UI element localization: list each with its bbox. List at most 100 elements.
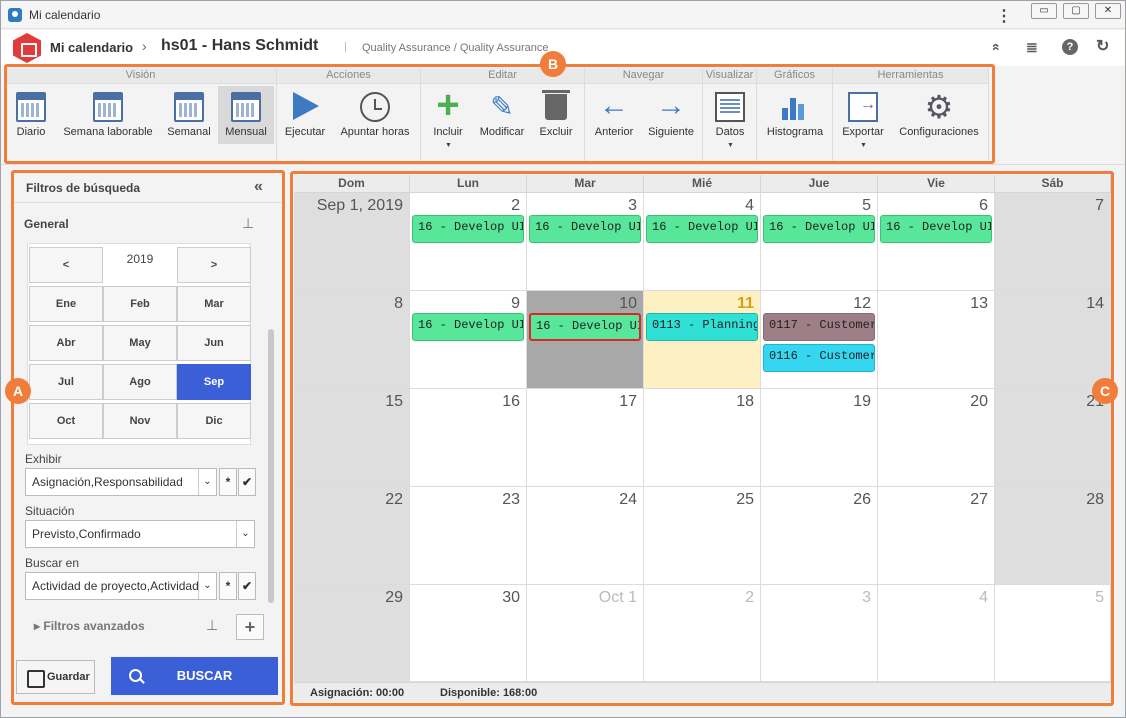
day-cell[interactable]: 8 [294,291,410,389]
day-cell[interactable]: 16 [410,389,527,487]
day-cell[interactable]: 25 [644,487,761,585]
event-develop-ui[interactable]: 16 - Develop UI [880,215,992,243]
buscar-wand-icon[interactable]: ✔ [238,572,256,600]
datos-button[interactable]: Datos ▼ [709,86,751,149]
day-cell[interactable]: 4 16 - Develop UI [644,193,761,291]
day-cell[interactable]: 28 [995,487,1111,585]
event-develop-ui[interactable]: 16 - Develop UI [412,313,524,341]
next-year-button[interactable]: > [177,247,251,283]
day-cell[interactable]: 6 16 - Develop UI [878,193,995,291]
day-cell[interactable]: 30 [410,585,527,682]
situacion-select[interactable]: Previsto,Confirmado ⌄ [25,520,255,548]
day-cell[interactable]: 26 [761,487,878,585]
event-customer-meeting[interactable]: 0116 - Customer meeting [763,344,875,372]
day-cell[interactable]: 18 [644,389,761,487]
maximize-button[interactable]: ▢ [1063,3,1089,19]
month-button[interactable]: Ene [29,286,103,322]
day-cell-other-month[interactable]: 4 [878,585,995,682]
event-develop-ui[interactable]: 16 - Develop UI [763,215,875,243]
semana-laborable-button[interactable]: Semana laborable [59,86,157,144]
breadcrumb-app[interactable]: Mi calendario [50,40,133,55]
month-button[interactable]: Nov [103,403,177,439]
event-develop-ui[interactable]: 16 - Develop UI [646,215,758,243]
clear-advanced-icon[interactable]: ⊥ [206,617,218,634]
month-button-selected[interactable]: Sep [177,364,251,400]
day-cell-other-month[interactable]: 5 [995,585,1111,682]
day-cell[interactable]: 29 [294,585,410,682]
configuraciones-button[interactable]: ⚙ Configuraciones [897,86,981,144]
event-develop-ui-selected[interactable]: 16 - Develop UI [529,313,641,341]
incluir-caret-icon[interactable]: ▼ [445,142,452,149]
chevron-down-icon[interactable]: ⌄ [198,469,216,495]
day-cell[interactable]: 23 [410,487,527,585]
chevron-down-icon[interactable]: ⌄ [198,573,216,599]
day-cell[interactable]: 13 [878,291,995,389]
exhibir-select[interactable]: Asignación,Responsabilidad ⌄ [25,468,217,496]
buscar-en-select[interactable]: Actividad de proyecto,Actividad ⌄ [25,572,217,600]
day-cell-other-month[interactable]: 3 [761,585,878,682]
month-button[interactable]: Jun [177,325,251,361]
day-cell[interactable]: 14 [995,291,1111,389]
diario-button[interactable]: Diario [9,86,53,144]
close-button[interactable]: ✕ [1095,3,1121,19]
day-cell[interactable]: 19 [761,389,878,487]
collapse-panel-icon[interactable]: « [254,178,263,196]
day-cell[interactable]: Sep 1, 2019 [294,193,410,291]
month-button[interactable]: Oct [29,403,103,439]
advanced-filters-toggle[interactable]: ▸ Filtros avanzados [34,619,145,633]
chevron-down-icon[interactable]: ⌄ [236,521,254,547]
clear-general-icon[interactable]: ⊥ [242,215,254,232]
exhibir-all-button[interactable]: * [219,468,237,496]
prev-year-button[interactable]: < [29,247,103,283]
refresh-icon[interactable]: ↻ [1096,36,1109,56]
day-cell[interactable]: 2 16 - Develop UI [410,193,527,291]
event-planning-meeting[interactable]: 0113 - Planning meeting [646,313,758,341]
event-customer-presentation[interactable]: 0117 - Customer presentation [763,313,875,341]
exhibir-wand-icon[interactable]: ✔ [238,468,256,496]
day-cell-other-month[interactable]: 2 [644,585,761,682]
help-icon[interactable]: ? [1062,39,1078,55]
day-cell[interactable]: 120117 - Customer presentation 0116 - Cus… [761,291,878,389]
month-button[interactable]: Abr [29,325,103,361]
siguiente-button[interactable]: → Siguiente [645,86,697,144]
day-cell[interactable]: 7 [995,193,1111,291]
month-button[interactable]: Jul [29,364,103,400]
day-cell-other-month[interactable]: Oct 1 [527,585,644,682]
event-develop-ui[interactable]: 16 - Develop UI [529,215,641,243]
semanal-button[interactable]: Semanal [163,86,215,144]
month-button[interactable]: Dic [177,403,251,439]
day-cell[interactable]: 5 16 - Develop UI [761,193,878,291]
ejecutar-button[interactable]: Ejecutar [283,86,327,144]
day-cell[interactable]: 9 16 - Develop UI [410,291,527,389]
month-button[interactable]: Mar [177,286,251,322]
histograma-button[interactable]: Histograma [763,86,827,144]
collapse-header-icon[interactable]: « [989,43,1005,51]
search-button[interactable]: BUSCAR [111,657,278,695]
exportar-caret-icon[interactable]: ▼ [860,142,867,149]
day-cell[interactable]: 17 [527,389,644,487]
mensual-button[interactable]: Mensual [218,86,274,144]
day-cell[interactable]: 27 [878,487,995,585]
day-cell-today[interactable]: 110113 - Planning meeting [644,291,761,389]
day-cell[interactable]: 10 16 - Develop UI [527,291,644,389]
save-button[interactable]: Guardar [16,660,95,694]
buscar-all-button[interactable]: * [219,572,237,600]
apuntar-horas-button[interactable]: Apuntar horas [339,86,411,144]
day-cell[interactable]: 24 [527,487,644,585]
day-cell[interactable]: 21 [995,389,1111,487]
month-button[interactable]: May [103,325,177,361]
exportar-button[interactable]: Exportar ▼ [839,86,887,149]
day-cell[interactable]: 20 [878,389,995,487]
list-icon[interactable]: ≣ [1026,39,1038,56]
excluir-button[interactable]: Excluir [535,86,577,144]
anterior-button[interactable]: ← Anterior [591,86,637,144]
day-cell[interactable]: 22 [294,487,410,585]
datos-caret-icon[interactable]: ▼ [727,142,734,149]
modificar-button[interactable]: ✎ Modificar [477,86,527,144]
incluir-button[interactable]: + Incluir ▼ [429,85,467,149]
month-button[interactable]: Feb [103,286,177,322]
event-develop-ui[interactable]: 16 - Develop UI [412,215,524,243]
day-cell[interactable]: 3 16 - Develop UI [527,193,644,291]
panel-scrollbar[interactable] [268,329,274,603]
minimize-button[interactable]: ▭ [1031,3,1057,19]
